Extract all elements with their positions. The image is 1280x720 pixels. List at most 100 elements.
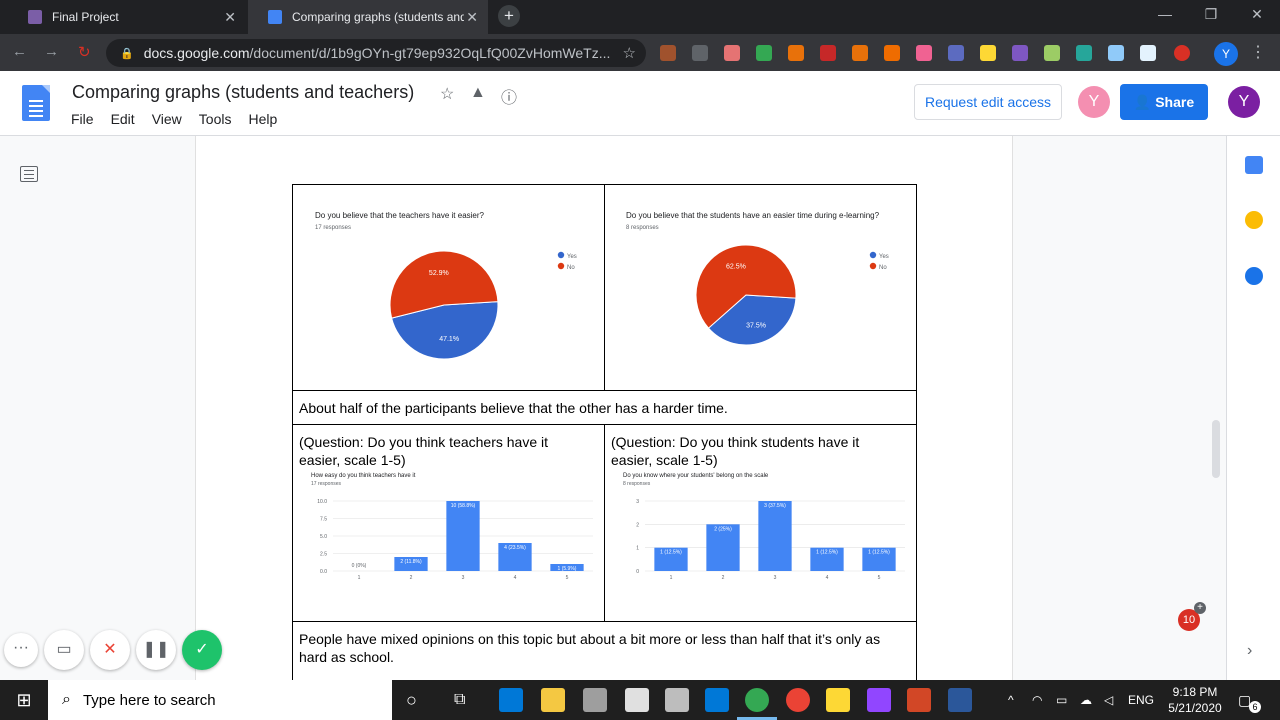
- bar-value-label: 4 (23.5%): [504, 545, 526, 551]
- extension-icon[interactable]: [916, 45, 932, 61]
- done-icon[interactable]: ✓: [182, 630, 222, 670]
- extension-icon[interactable]: [1076, 45, 1092, 61]
- bookmark-star-icon[interactable]: ☆: [623, 44, 636, 62]
- docs-header: Comparing graphs (students and teachers)…: [0, 71, 1280, 136]
- chrome-icon[interactable]: [745, 688, 769, 712]
- forms-icon: [28, 10, 42, 24]
- restore-icon[interactable]: ❐: [1188, 0, 1234, 30]
- extension-icon[interactable]: [1044, 45, 1060, 61]
- keep-icon[interactable]: [1245, 211, 1263, 229]
- chrome-profile-avatar[interactable]: Y: [1214, 42, 1238, 66]
- more-icon[interactable]: ···: [4, 633, 38, 667]
- webcam-icon[interactable]: ▭: [44, 630, 84, 670]
- pause-icon[interactable]: ❚❚: [136, 630, 176, 670]
- extension-icon[interactable]: [980, 45, 996, 61]
- account-avatar[interactable]: Y: [1228, 86, 1260, 118]
- close-icon[interactable]: ✕: [224, 9, 236, 26]
- search-placeholder: Type here to search: [82, 691, 216, 709]
- collaborator-avatar[interactable]: Y: [1078, 86, 1110, 118]
- sticky-notes-icon[interactable]: [826, 688, 850, 712]
- extension-icon[interactable]: [1108, 45, 1124, 61]
- minimize-icon[interactable]: —: [1142, 0, 1188, 30]
- taskbar-search[interactable]: ⌕ Type here to search: [48, 680, 392, 720]
- chart-subtitle: 17 responses: [311, 481, 342, 487]
- extension-icon[interactable]: [660, 45, 676, 61]
- x-tick-label: 5: [566, 575, 569, 581]
- document-title[interactable]: Comparing graphs (students and teachers): [72, 82, 414, 103]
- calendar-icon[interactable]: [1245, 156, 1263, 174]
- extension-icon[interactable]: [852, 45, 868, 61]
- app-icon[interactable]: [786, 688, 810, 712]
- table-cell-bar-teachers: (Question: Do you think teachers have it…: [292, 424, 605, 622]
- action-center-icon[interactable]: ▢: [1238, 680, 1251, 720]
- menu-file[interactable]: File: [71, 111, 94, 127]
- share-button[interactable]: 👤 Share: [1120, 84, 1208, 120]
- extension-icon[interactable]: [948, 45, 964, 61]
- volume-icon[interactable]: ◁: [1104, 680, 1113, 720]
- menu-view[interactable]: View: [152, 111, 182, 127]
- cloud-icon[interactable]: ☁: [1080, 680, 1092, 720]
- extension-icon[interactable]: [788, 45, 804, 61]
- forward-icon[interactable]: →: [44, 43, 59, 60]
- table-cell-pie-teachers: Do you believe that the teachers have it…: [292, 184, 605, 391]
- tasks-icon[interactable]: [1245, 267, 1263, 285]
- star-icon[interactable]: ☆: [440, 84, 454, 104]
- tab-label: Comparing graphs (students and teachers): [292, 10, 464, 24]
- extension-icon[interactable]: [756, 45, 772, 61]
- drive-move-icon[interactable]: ▲: [470, 84, 486, 102]
- cortana-icon[interactable]: ○: [406, 680, 417, 720]
- x-tick-label: 1: [358, 575, 361, 581]
- record-icon[interactable]: [1174, 45, 1190, 61]
- extension-icon[interactable]: [692, 45, 708, 61]
- menu-tools[interactable]: Tools: [199, 111, 232, 127]
- request-edit-access-button[interactable]: Request edit access: [914, 84, 1062, 120]
- close-window-icon[interactable]: ✕: [1234, 0, 1280, 30]
- extension-icon[interactable]: [724, 45, 740, 61]
- extension-icon[interactable]: [1012, 45, 1028, 61]
- extension-icon[interactable]: [884, 45, 900, 61]
- chrome-menu-icon[interactable]: ⋮: [1250, 42, 1266, 62]
- task-view-icon[interactable]: ⧉: [454, 680, 465, 720]
- address-bar[interactable]: 🔒 docs.google.com/document/d/1b9gOYn-gt7…: [106, 39, 646, 67]
- summary-text-2: People have mixed opinions on this topic…: [299, 631, 881, 665]
- docs-logo-icon[interactable]: [22, 85, 50, 121]
- y-tick-label: 2.5: [320, 552, 327, 558]
- back-icon[interactable]: ←: [12, 43, 27, 60]
- windows-start-icon[interactable]: ⊞: [0, 680, 48, 720]
- clock[interactable]: 9:18 PM 5/21/2020: [1160, 684, 1230, 716]
- chevron-right-icon[interactable]: ›: [1247, 642, 1252, 660]
- url-path: /document/d/1b9gOYn-gt79ep932OqLfQ00ZvHo…: [249, 45, 611, 61]
- tab-final-project[interactable]: Final Project ✕: [8, 0, 246, 34]
- store-icon[interactable]: [499, 688, 523, 712]
- plus-icon[interactable]: +: [1194, 602, 1206, 614]
- bar-3: [446, 501, 480, 571]
- calculator-icon[interactable]: [583, 688, 607, 712]
- bar-chart-students: Do you know where your students' belong …: [623, 473, 905, 581]
- language-indicator[interactable]: ENG: [1128, 680, 1154, 720]
- reload-icon[interactable]: ↻: [78, 43, 91, 61]
- bar-value-label: 0 (0%): [352, 563, 367, 569]
- network-icon[interactable]: ◠: [1032, 680, 1042, 720]
- new-tab-button[interactable]: +: [498, 5, 520, 27]
- file-explorer-icon[interactable]: [541, 688, 565, 712]
- close-icon[interactable]: ✕: [466, 9, 478, 26]
- pie-chart-students: Do you believe that the students have an…: [626, 211, 889, 346]
- app-icon[interactable]: [665, 688, 689, 712]
- app-icon[interactable]: [625, 688, 649, 712]
- vertical-scrollbar[interactable]: [1212, 420, 1220, 478]
- powerpoint-icon[interactable]: [907, 688, 931, 712]
- document-outline-icon[interactable]: [20, 166, 38, 182]
- tray-chevron-icon[interactable]: ^: [1008, 680, 1014, 720]
- battery-icon[interactable]: ▭: [1056, 680, 1067, 720]
- mail-icon[interactable]: [705, 688, 729, 712]
- tab-comparing-graphs[interactable]: Comparing graphs (students and teachers)…: [248, 0, 488, 34]
- word-icon[interactable]: [948, 688, 972, 712]
- twitch-icon[interactable]: [867, 688, 891, 712]
- cancel-icon[interactable]: ✕: [90, 630, 130, 670]
- extension-icon[interactable]: [1140, 45, 1156, 61]
- menu-help[interactable]: Help: [248, 111, 277, 127]
- extension-icon[interactable]: [820, 45, 836, 61]
- menu-edit[interactable]: Edit: [111, 111, 135, 127]
- y-tick-label: 2: [636, 522, 639, 528]
- info-icon[interactable]: ⓘ: [501, 84, 517, 108]
